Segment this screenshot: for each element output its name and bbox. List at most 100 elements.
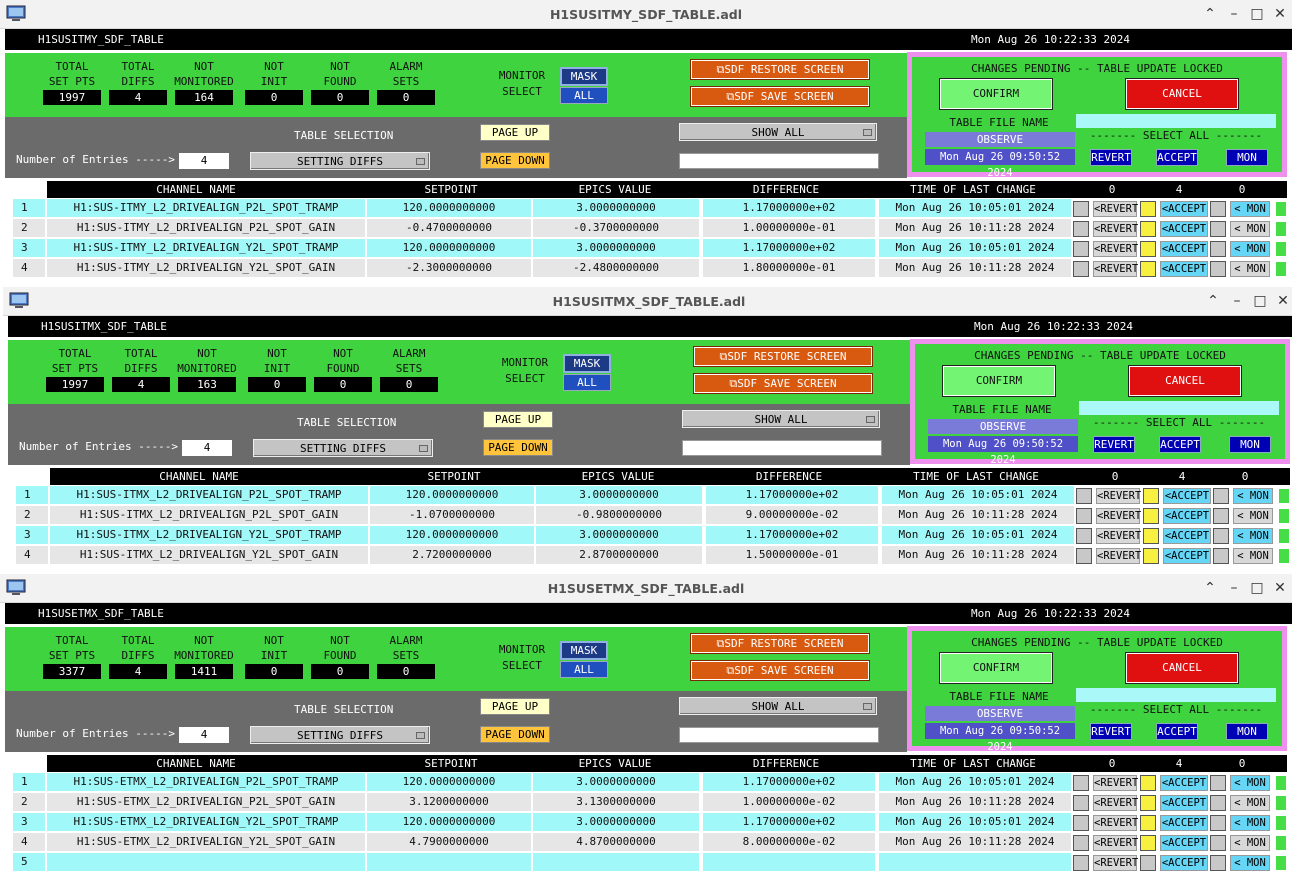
close-icon[interactable]: ✕ bbox=[1273, 291, 1292, 311]
sdf-restore-screen-button[interactable]: ⧉SDF RESTORE SCREEN bbox=[691, 634, 869, 653]
mon-checkbox[interactable] bbox=[1210, 815, 1226, 831]
revert-checkbox[interactable] bbox=[1073, 775, 1089, 791]
accept-checkbox[interactable] bbox=[1143, 528, 1159, 544]
mon-checkbox[interactable] bbox=[1213, 508, 1229, 524]
revert-button[interactable]: <REVERT bbox=[1096, 508, 1141, 524]
accept-checkbox[interactable] bbox=[1140, 241, 1156, 257]
revert-checkbox[interactable] bbox=[1073, 815, 1089, 831]
maximize-icon[interactable]: □ bbox=[1247, 4, 1267, 24]
revert-checkbox[interactable] bbox=[1073, 201, 1089, 217]
accept-checkbox[interactable] bbox=[1140, 775, 1156, 791]
accept-button[interactable]: <ACCEPT bbox=[1160, 241, 1208, 257]
revert-button[interactable]: <REVERT bbox=[1093, 221, 1138, 237]
entries-input[interactable]: 4 bbox=[179, 727, 229, 743]
revert-button[interactable]: <REVERT bbox=[1096, 528, 1141, 544]
mon-button[interactable]: < MON bbox=[1230, 201, 1270, 217]
accept-checkbox[interactable] bbox=[1143, 488, 1159, 504]
close-icon[interactable]: ✕ bbox=[1270, 578, 1290, 598]
mon-button[interactable]: < MON bbox=[1230, 221, 1270, 237]
window-titlebar[interactable]: H1SUSITMY_SDF_TABLE.adl ⌃ – □ ✕ bbox=[0, 0, 1292, 29]
accept-button[interactable]: <ACCEPT bbox=[1160, 775, 1208, 791]
revert-button[interactable]: <REVERT bbox=[1093, 201, 1138, 217]
accept-button[interactable]: <ACCEPT bbox=[1160, 795, 1208, 811]
accept-checkbox[interactable] bbox=[1140, 201, 1156, 217]
mon-checkbox[interactable] bbox=[1213, 528, 1229, 544]
mon-checkbox[interactable] bbox=[1210, 775, 1226, 791]
accept-checkbox[interactable] bbox=[1143, 508, 1159, 524]
show-all-dropdown[interactable]: SHOW ALL bbox=[682, 410, 880, 428]
accept-button[interactable]: <ACCEPT bbox=[1163, 488, 1211, 504]
revert-checkbox[interactable] bbox=[1073, 855, 1089, 871]
revert-button[interactable]: <REVERT bbox=[1093, 775, 1138, 791]
revert-checkbox[interactable] bbox=[1073, 261, 1089, 277]
revert-checkbox[interactable] bbox=[1076, 508, 1092, 524]
page-down-button[interactable]: PAGE DOWN bbox=[480, 152, 550, 169]
cancel-button[interactable]: CANCEL bbox=[1126, 79, 1238, 109]
all-button[interactable]: ALL bbox=[560, 661, 608, 678]
mon-checkbox[interactable] bbox=[1210, 835, 1226, 851]
accept-checkbox[interactable] bbox=[1140, 815, 1156, 831]
filter-input[interactable] bbox=[679, 727, 879, 743]
accept-checkbox[interactable] bbox=[1143, 548, 1159, 564]
confirm-button[interactable]: CONFIRM bbox=[940, 79, 1052, 109]
show-all-dropdown[interactable]: SHOW ALL bbox=[679, 697, 877, 715]
table-selection-dropdown[interactable]: SETTING DIFFS bbox=[250, 152, 430, 170]
chevron-up-icon[interactable]: ⌃ bbox=[1200, 578, 1220, 598]
sdf-save-screen-button[interactable]: ⧉SDF SAVE SCREEN bbox=[694, 374, 872, 393]
revert-checkbox[interactable] bbox=[1073, 835, 1089, 851]
page-up-button[interactable]: PAGE UP bbox=[480, 124, 550, 141]
revert-button[interactable]: <REVERT bbox=[1093, 795, 1138, 811]
accept-all-button[interactable]: ACCEPT bbox=[1156, 149, 1198, 166]
accept-checkbox[interactable] bbox=[1140, 221, 1156, 237]
sdf-save-screen-button[interactable]: ⧉SDF SAVE SCREEN bbox=[691, 87, 869, 106]
confirm-button[interactable]: CONFIRM bbox=[940, 653, 1052, 683]
accept-checkbox[interactable] bbox=[1140, 835, 1156, 851]
mon-button[interactable]: < MON bbox=[1230, 261, 1270, 277]
accept-all-button[interactable]: ACCEPT bbox=[1156, 723, 1198, 740]
revert-checkbox[interactable] bbox=[1076, 488, 1092, 504]
cancel-button[interactable]: CANCEL bbox=[1129, 366, 1241, 396]
minimize-icon[interactable]: – bbox=[1227, 291, 1247, 311]
mon-checkbox[interactable] bbox=[1210, 855, 1226, 871]
sdf-restore-screen-button[interactable]: ⧉SDF RESTORE SCREEN bbox=[694, 347, 872, 366]
chevron-up-icon[interactable]: ⌃ bbox=[1203, 291, 1223, 311]
mon-button[interactable]: < MON bbox=[1230, 835, 1270, 851]
accept-checkbox[interactable] bbox=[1140, 795, 1156, 811]
mon-all-button[interactable]: MON bbox=[1226, 149, 1268, 166]
mask-button[interactable]: MASK bbox=[560, 641, 608, 660]
page-down-button[interactable]: PAGE DOWN bbox=[480, 726, 550, 743]
accept-button[interactable]: <ACCEPT bbox=[1163, 528, 1211, 544]
revert-checkbox[interactable] bbox=[1073, 795, 1089, 811]
maximize-icon[interactable]: □ bbox=[1247, 578, 1267, 598]
revert-button[interactable]: <REVERT bbox=[1096, 488, 1141, 504]
mon-checkbox[interactable] bbox=[1210, 221, 1226, 237]
mon-button[interactable]: < MON bbox=[1233, 528, 1273, 544]
sdf-restore-screen-button[interactable]: ⧉SDF RESTORE SCREEN bbox=[691, 60, 869, 79]
mon-checkbox[interactable] bbox=[1210, 241, 1226, 257]
mon-checkbox[interactable] bbox=[1210, 261, 1226, 277]
mon-button[interactable]: < MON bbox=[1230, 795, 1270, 811]
minimize-icon[interactable]: – bbox=[1224, 578, 1244, 598]
revert-button[interactable]: <REVERT bbox=[1093, 855, 1138, 871]
maximize-icon[interactable]: □ bbox=[1250, 291, 1270, 311]
accept-button[interactable]: <ACCEPT bbox=[1160, 221, 1208, 237]
mon-checkbox[interactable] bbox=[1213, 548, 1229, 564]
mon-checkbox[interactable] bbox=[1210, 795, 1226, 811]
revert-all-button[interactable]: REVERT bbox=[1090, 723, 1132, 740]
accept-button[interactable]: <ACCEPT bbox=[1163, 548, 1211, 564]
revert-checkbox[interactable] bbox=[1076, 548, 1092, 564]
show-all-dropdown[interactable]: SHOW ALL bbox=[679, 123, 877, 141]
mon-button[interactable]: < MON bbox=[1230, 855, 1270, 871]
mon-button[interactable]: < MON bbox=[1233, 508, 1273, 524]
revert-all-button[interactable]: REVERT bbox=[1090, 149, 1132, 166]
minimize-icon[interactable]: – bbox=[1224, 4, 1244, 24]
accept-all-button[interactable]: ACCEPT bbox=[1159, 436, 1201, 453]
page-up-button[interactable]: PAGE UP bbox=[483, 411, 553, 428]
revert-button[interactable]: <REVERT bbox=[1093, 241, 1138, 257]
mon-button[interactable]: < MON bbox=[1230, 775, 1270, 791]
revert-button[interactable]: <REVERT bbox=[1093, 815, 1138, 831]
mon-button[interactable]: < MON bbox=[1230, 815, 1270, 831]
accept-button[interactable]: <ACCEPT bbox=[1160, 201, 1208, 217]
entries-input[interactable]: 4 bbox=[182, 440, 232, 456]
filter-input[interactable] bbox=[679, 153, 879, 169]
